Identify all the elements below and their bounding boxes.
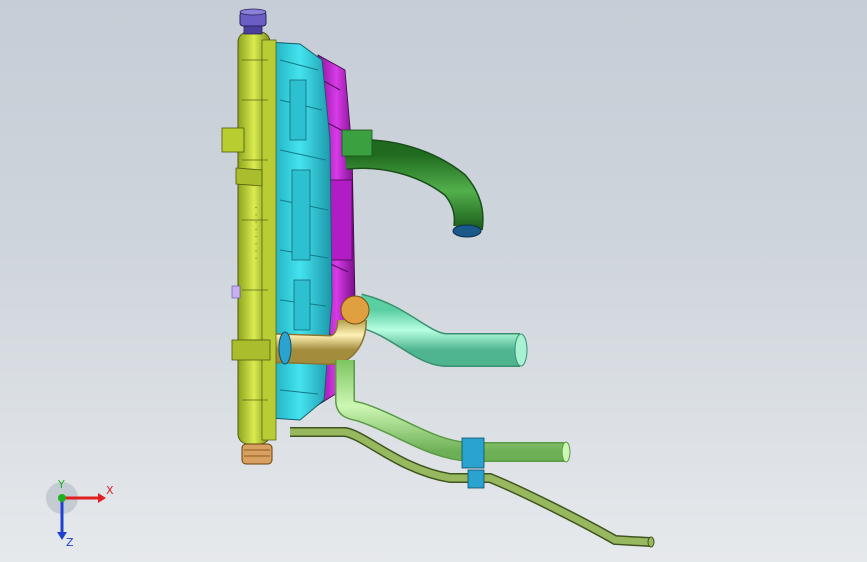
radiator-cap[interactable]: [239, 8, 267, 35]
svg-text:· · · · · · · ·: · · · · · · · ·: [253, 206, 260, 260]
upper-radiator-hose[interactable]: [341, 129, 484, 238]
x-axis-label: X: [106, 484, 114, 497]
y-axis-dot: [58, 494, 66, 502]
x-axis-arrowhead: [98, 493, 106, 503]
lower-radiator-hose[interactable]: [353, 293, 528, 367]
radiator-assembly-model[interactable]: · · · · · · · ·: [0, 0, 867, 562]
radiator-tank[interactable]: · · · · · · · ·: [221, 31, 277, 445]
y-axis-label: Y: [57, 478, 65, 491]
cad-3d-viewport[interactable]: · · · · · · · · X Y Z: [0, 0, 867, 562]
z-axis-label: Z: [66, 536, 74, 548]
drain-plug[interactable]: [241, 443, 273, 465]
coordinate-triad: X Y Z: [46, 478, 114, 548]
